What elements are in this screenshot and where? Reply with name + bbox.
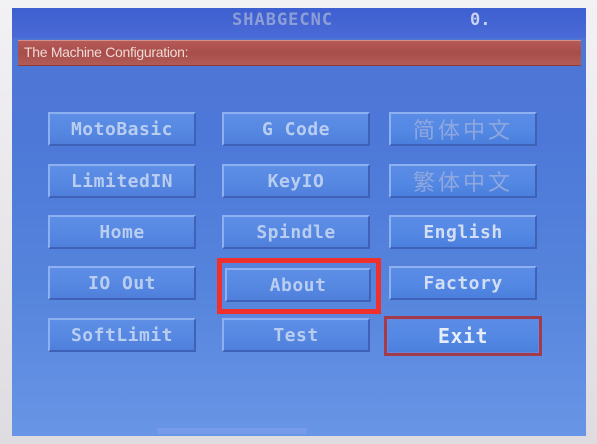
limited-in-button[interactable]: LimitedIN	[48, 164, 196, 198]
top-status-bar: SHABGECNC 0.	[12, 8, 586, 38]
io-out-label: IO Out	[87, 272, 157, 294]
about-label: About	[269, 274, 327, 296]
cnc-screen: SHABGECNC 0. The Machine Configuration: …	[12, 8, 586, 436]
status-value: 0.	[470, 10, 491, 30]
soft-limit-button[interactable]: SoftLimit	[48, 318, 196, 352]
dialog-title: The Machine Configuration:	[24, 44, 189, 60]
bottom-indicator	[157, 428, 307, 434]
home-label: Home	[99, 221, 145, 243]
traditional-chinese-label: 繁体中文	[412, 171, 513, 196]
key-io-label: KeyIO	[267, 170, 325, 192]
exit-button[interactable]: Exit	[384, 316, 542, 356]
limited-in-label: LimitedIN	[70, 170, 174, 192]
simplified-chinese-label: 简体中文	[412, 119, 513, 144]
test-label: Test	[273, 324, 319, 346]
moto-basic-button[interactable]: MotoBasic	[48, 112, 196, 146]
key-io-button[interactable]: KeyIO	[222, 164, 370, 198]
about-button[interactable]: About	[225, 268, 371, 302]
test-button[interactable]: Test	[222, 318, 370, 352]
factory-button[interactable]: Factory	[389, 266, 537, 300]
english-button[interactable]: English	[389, 215, 537, 249]
spindle-button[interactable]: Spindle	[222, 215, 370, 249]
g-code-label: G Code	[261, 118, 331, 140]
simplified-chinese-button[interactable]: 简体中文	[389, 112, 537, 146]
soft-limit-label: SoftLimit	[70, 324, 174, 346]
traditional-chinese-button[interactable]: 繁体中文	[389, 164, 537, 198]
g-code-button[interactable]: G Code	[222, 112, 370, 146]
brand-label: SHABGECNC	[232, 10, 334, 30]
io-out-button[interactable]: IO Out	[48, 266, 196, 300]
factory-label: Factory	[423, 272, 503, 294]
spindle-label: Spindle	[256, 221, 336, 243]
home-button[interactable]: Home	[48, 215, 196, 249]
english-label: English	[423, 221, 503, 243]
exit-label: Exit	[437, 324, 489, 348]
dialog-title-bar: The Machine Configuration:	[18, 40, 581, 66]
moto-basic-label: MotoBasic	[70, 118, 174, 140]
